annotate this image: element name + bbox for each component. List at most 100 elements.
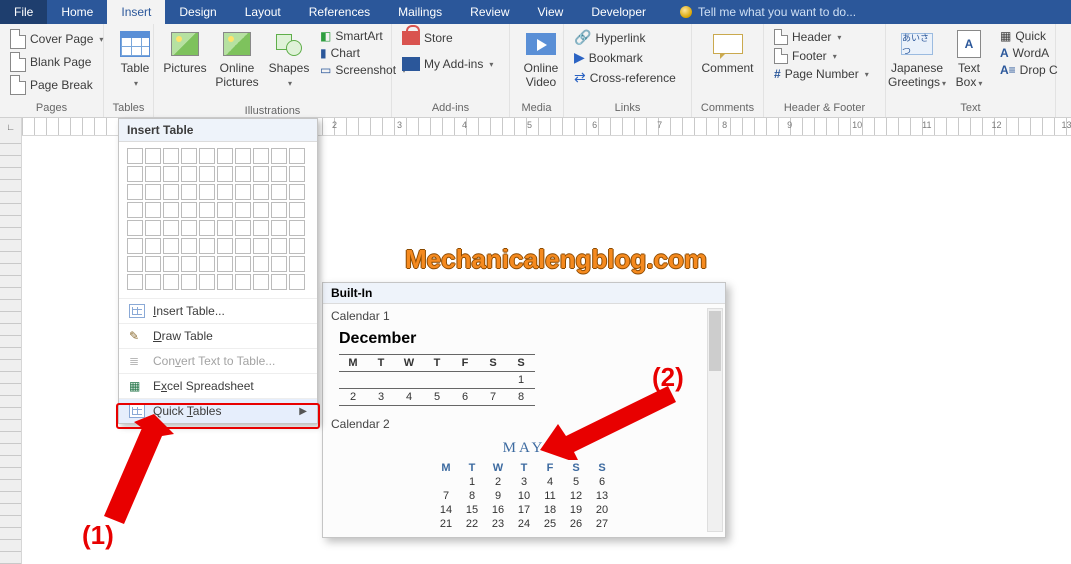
text-box-button[interactable]: AText Box▾ xyxy=(944,26,994,90)
tab-references[interactable]: References xyxy=(295,0,384,24)
grid-cell[interactable] xyxy=(199,256,215,272)
grid-cell[interactable] xyxy=(163,166,179,182)
grid-cell[interactable] xyxy=(199,148,215,164)
shapes-button[interactable]: Shapes▾ xyxy=(264,26,314,90)
grid-cell[interactable] xyxy=(181,238,197,254)
cross-reference-button[interactable]: ⇄Cross-reference xyxy=(570,68,680,87)
grid-cell[interactable] xyxy=(271,148,287,164)
vertical-ruler[interactable] xyxy=(0,136,22,564)
grid-cell[interactable] xyxy=(289,166,305,182)
japanese-greetings-button[interactable]: あいさつJapanese Greetings▾ xyxy=(892,26,942,90)
grid-cell[interactable] xyxy=(253,202,269,218)
page-break-button[interactable]: Page Break xyxy=(6,74,107,96)
grid-cell[interactable] xyxy=(145,148,161,164)
tab-design[interactable]: Design xyxy=(165,0,230,24)
table-size-grid[interactable] xyxy=(119,142,317,298)
grid-cell[interactable] xyxy=(235,166,251,182)
online-video-button[interactable]: Online Video xyxy=(516,26,566,90)
tab-layout[interactable]: Layout xyxy=(231,0,295,24)
grid-cell[interactable] xyxy=(145,184,161,200)
grid-cell[interactable] xyxy=(163,202,179,218)
drop-cap-button[interactable]: A≡Drop C xyxy=(996,62,1062,78)
grid-cell[interactable] xyxy=(127,220,143,236)
grid-cell[interactable] xyxy=(145,274,161,290)
grid-cell[interactable] xyxy=(163,256,179,272)
grid-cell[interactable] xyxy=(289,238,305,254)
grid-cell[interactable] xyxy=(199,184,215,200)
table-button[interactable]: Table▾ xyxy=(110,26,160,90)
grid-cell[interactable] xyxy=(217,202,233,218)
calendar1-preview[interactable]: December MTWTFSS12345678 xyxy=(323,326,725,414)
wordart-button[interactable]: AWordA xyxy=(996,45,1062,61)
menu-excel-spreadsheet[interactable]: ▦Excel Spreadsheet xyxy=(119,373,317,398)
cover-page-button[interactable]: Cover Page▾ xyxy=(6,28,107,50)
grid-cell[interactable] xyxy=(163,148,179,164)
tab-view[interactable]: View xyxy=(524,0,578,24)
grid-cell[interactable] xyxy=(271,238,287,254)
grid-cell[interactable] xyxy=(199,166,215,182)
grid-cell[interactable] xyxy=(253,274,269,290)
grid-cell[interactable] xyxy=(181,148,197,164)
grid-cell[interactable] xyxy=(181,256,197,272)
grid-cell[interactable] xyxy=(217,166,233,182)
grid-cell[interactable] xyxy=(217,148,233,164)
grid-cell[interactable] xyxy=(253,184,269,200)
menu-quick-tables[interactable]: Quick Tables▶ xyxy=(119,398,317,423)
grid-cell[interactable] xyxy=(163,274,179,290)
grid-cell[interactable] xyxy=(289,256,305,272)
tab-home[interactable]: Home xyxy=(47,0,107,24)
grid-cell[interactable] xyxy=(163,184,179,200)
grid-cell[interactable] xyxy=(289,202,305,218)
grid-cell[interactable] xyxy=(199,238,215,254)
grid-cell[interactable] xyxy=(289,274,305,290)
tab-file[interactable]: File xyxy=(0,0,47,24)
grid-cell[interactable] xyxy=(127,148,143,164)
grid-cell[interactable] xyxy=(217,274,233,290)
grid-cell[interactable] xyxy=(253,220,269,236)
grid-cell[interactable] xyxy=(271,256,287,272)
page-number-button[interactable]: #Page Number▾ xyxy=(770,66,873,82)
flyout-scrollbar[interactable] xyxy=(707,308,723,532)
grid-cell[interactable] xyxy=(163,220,179,236)
grid-cell[interactable] xyxy=(127,238,143,254)
grid-cell[interactable] xyxy=(235,274,251,290)
grid-cell[interactable] xyxy=(145,202,161,218)
tell-me-search[interactable]: Tell me what you want to do... xyxy=(660,0,1071,24)
tab-insert[interactable]: Insert xyxy=(107,0,165,24)
grid-cell[interactable] xyxy=(127,166,143,182)
grid-cell[interactable] xyxy=(199,220,215,236)
grid-cell[interactable] xyxy=(181,202,197,218)
grid-cell[interactable] xyxy=(217,238,233,254)
grid-cell[interactable] xyxy=(127,274,143,290)
grid-cell[interactable] xyxy=(271,184,287,200)
grid-cell[interactable] xyxy=(235,148,251,164)
grid-cell[interactable] xyxy=(163,238,179,254)
grid-cell[interactable] xyxy=(289,148,305,164)
pictures-button[interactable]: Pictures xyxy=(160,26,210,76)
grid-cell[interactable] xyxy=(181,220,197,236)
grid-cell[interactable] xyxy=(199,274,215,290)
tab-developer[interactable]: Developer xyxy=(577,0,660,24)
grid-cell[interactable] xyxy=(235,184,251,200)
grid-cell[interactable] xyxy=(145,256,161,272)
store-button[interactable]: Store xyxy=(398,30,497,46)
comment-button[interactable]: Comment xyxy=(698,26,757,76)
quick-parts-button[interactable]: ▦Quick xyxy=(996,28,1062,44)
online-pictures-button[interactable]: Online Pictures▾ xyxy=(212,26,262,103)
grid-cell[interactable] xyxy=(217,220,233,236)
grid-cell[interactable] xyxy=(145,166,161,182)
grid-cell[interactable] xyxy=(289,184,305,200)
grid-cell[interactable] xyxy=(199,202,215,218)
grid-cell[interactable] xyxy=(235,238,251,254)
tab-review[interactable]: Review xyxy=(456,0,523,24)
header-button[interactable]: Header▾ xyxy=(770,28,873,46)
hyperlink-button[interactable]: 🔗Hyperlink xyxy=(570,28,680,47)
grid-cell[interactable] xyxy=(145,220,161,236)
my-addins-button[interactable]: My Add-ins▾ xyxy=(398,56,497,72)
grid-cell[interactable] xyxy=(217,256,233,272)
grid-cell[interactable] xyxy=(127,202,143,218)
grid-cell[interactable] xyxy=(271,166,287,182)
blank-page-button[interactable]: Blank Page xyxy=(6,51,107,73)
grid-cell[interactable] xyxy=(271,274,287,290)
grid-cell[interactable] xyxy=(289,220,305,236)
